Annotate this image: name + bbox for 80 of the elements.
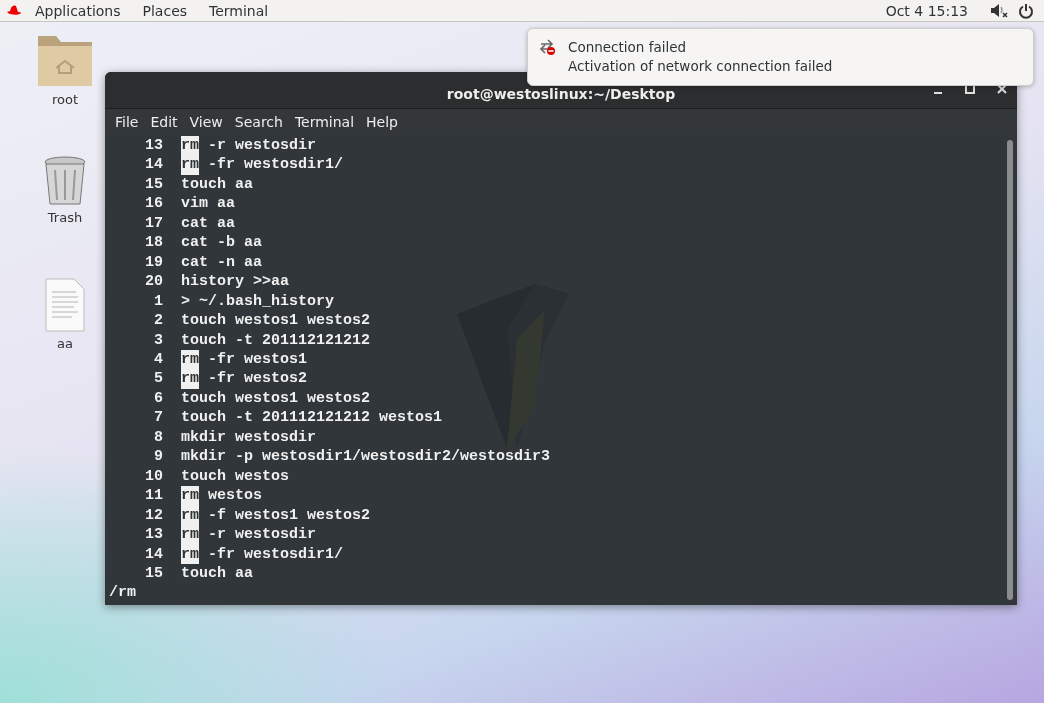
command-text: touch -t 201112121212 <box>181 330 371 350</box>
clock[interactable]: Oct 4 15:13 <box>885 2 968 19</box>
notification-body: Activation of network connection failed <box>568 58 833 74</box>
command-text: touch westos1 westos2 <box>181 311 371 331</box>
menu-item[interactable]: Terminal <box>288 113 361 130</box>
command-text: cat -b aa <box>181 233 262 253</box>
search-match: rm <box>181 369 199 389</box>
line-number: 15 <box>144 174 163 195</box>
line-number: 10 <box>144 466 163 487</box>
command-text: touch aa <box>181 563 253 584</box>
line-number: 13 <box>144 525 163 545</box>
window-title: root@westoslinux:~/Desktop <box>446 86 676 104</box>
line-number: 7 <box>153 408 163 428</box>
command-text: -f westos1 westos2 <box>208 505 371 526</box>
command-text: mkdir -p westosdir1/westosdir2/westosdir3 <box>181 447 551 467</box>
search-match: rm <box>181 525 199 545</box>
line-number: 11 <box>144 486 163 506</box>
line-number: 18 <box>144 233 163 253</box>
search-match: rm <box>181 155 199 175</box>
command-text: -r westosdir <box>208 136 317 156</box>
menu-item[interactable]: View <box>183 113 229 130</box>
search-match: rm <box>181 136 199 156</box>
menu-item[interactable]: File <box>109 113 145 130</box>
line-number: 1 <box>153 291 163 312</box>
command-text: westos <box>208 486 263 506</box>
line-number: 13 <box>144 136 163 156</box>
search-match: rm <box>181 544 199 564</box>
top-bar-menu[interactable]: Terminal <box>198 2 280 19</box>
command-text: -fr westos1 <box>208 350 308 370</box>
search-prompt[interactable]: /rm <box>109 583 136 603</box>
desktop-icon-label: Trash <box>47 210 83 225</box>
power-icon[interactable] <box>1018 2 1034 19</box>
command-text: vim aa <box>181 194 235 214</box>
search-match: rm <box>181 350 199 370</box>
desktop-icon-label: root <box>51 92 79 107</box>
command-text: mkdir westosdir <box>181 427 317 448</box>
command-text: -r westosdir <box>208 525 317 545</box>
line-number: 14 <box>144 155 163 175</box>
command-text: > ~/.bash_history <box>181 291 335 312</box>
search-match: rm <box>181 505 199 526</box>
hat-icon[interactable] <box>6 5 22 16</box>
line-number: 4 <box>153 350 163 370</box>
command-text: -fr westos2 <box>208 369 308 389</box>
command-text: history >>aa <box>181 272 290 292</box>
command-text: cat aa <box>181 213 235 234</box>
menu-item[interactable]: Help <box>360 113 404 130</box>
line-number: 3 <box>153 330 163 350</box>
menu-item[interactable]: Search <box>228 113 289 130</box>
network-error-icon <box>538 39 556 55</box>
command-text: touch westos <box>181 466 290 487</box>
line-number: 6 <box>153 388 163 409</box>
top-bar-menu[interactable]: Places <box>131 2 199 19</box>
command-text: cat -n aa <box>181 252 262 273</box>
search-match: rm <box>181 486 199 506</box>
line-number: 5 <box>153 369 163 389</box>
speaker-muted-icon[interactable] <box>990 3 1008 18</box>
line-number: 20 <box>144 272 163 292</box>
notification-card[interactable]: Connection failed Activation of network connection failed <box>527 28 1034 86</box>
menu-item[interactable]: Edit <box>144 113 184 130</box>
command-text: -fr westosdir1/ <box>208 544 344 564</box>
desktop-icon-label: aa <box>57 336 73 351</box>
command-text: touch westos1 westos2 <box>181 388 371 409</box>
top-bar-menu[interactable]: Applications <box>24 2 132 19</box>
line-number: 15 <box>144 563 163 584</box>
command-text: -fr westosdir1/ <box>208 155 344 175</box>
line-number: 2 <box>153 311 163 331</box>
line-number: 19 <box>144 252 163 273</box>
trash-icon[interactable] <box>43 156 87 206</box>
command-text: touch -t 201112121212 westos1 <box>181 408 443 428</box>
command-text: touch aa <box>181 174 253 195</box>
line-number: 14 <box>144 544 163 564</box>
line-number: 12 <box>144 505 163 526</box>
line-number: 17 <box>144 213 163 234</box>
close-icon[interactable] <box>997 84 1007 94</box>
maximize-icon[interactable] <box>965 84 975 94</box>
notification-title: Connection failed <box>568 39 688 55</box>
line-number: 9 <box>153 447 163 467</box>
scrollbar[interactable] <box>1007 140 1013 600</box>
line-number: 8 <box>153 427 163 448</box>
line-number: 16 <box>144 194 163 214</box>
